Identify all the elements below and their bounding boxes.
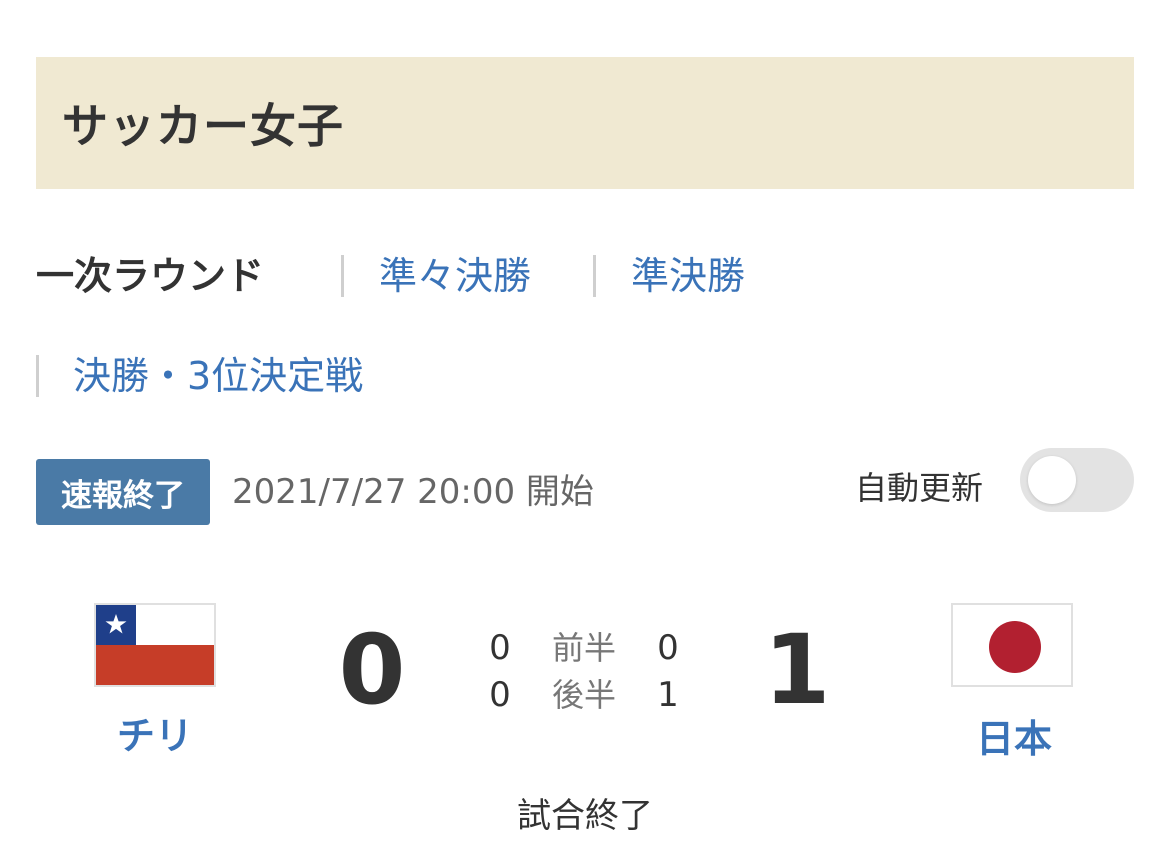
home-second-half-score: 0 (489, 675, 511, 715)
round-nav: 一次ラウンド 準々決勝 準決勝 決勝・3位決定戦 (36, 245, 1136, 415)
home-first-half-score: 0 (489, 628, 511, 668)
round-link-quarterfinal[interactable]: 準々決勝 (379, 245, 531, 307)
auto-update-label: 自動更新 (855, 469, 984, 507)
away-first-half-score: 0 (657, 628, 679, 668)
japan-flag-icon (951, 603, 1073, 687)
status-badge: 速報終了 (36, 459, 210, 525)
away-second-half-score: 1 (657, 675, 679, 715)
nav-divider (341, 255, 344, 297)
away-total-score: 1 (763, 614, 831, 726)
nav-divider (36, 355, 39, 397)
round-tab-group-stage[interactable]: 一次ラウンド (36, 245, 264, 307)
round-link-semifinal[interactable]: 準決勝 (631, 245, 745, 307)
first-half-label: 前半 (552, 629, 617, 667)
nav-divider (593, 255, 596, 297)
match-result-status: 試合終了 (517, 796, 653, 836)
sport-title-bar: サッカー女子 (36, 57, 1134, 189)
home-total-score: 0 (338, 614, 406, 726)
auto-update-toggle[interactable] (1020, 448, 1134, 512)
match-start-time: 2021/7/27 20:00 開始 (232, 472, 594, 512)
toggle-knob (1028, 456, 1076, 504)
chile-flag-icon (94, 603, 216, 687)
round-link-final[interactable]: 決勝・3位決定戦 (73, 345, 363, 407)
away-team-name[interactable]: 日本 (976, 708, 1052, 763)
home-team-name[interactable]: チリ (117, 705, 193, 760)
page-title: サッカー女子 (62, 99, 344, 153)
second-half-label: 後半 (552, 676, 617, 714)
